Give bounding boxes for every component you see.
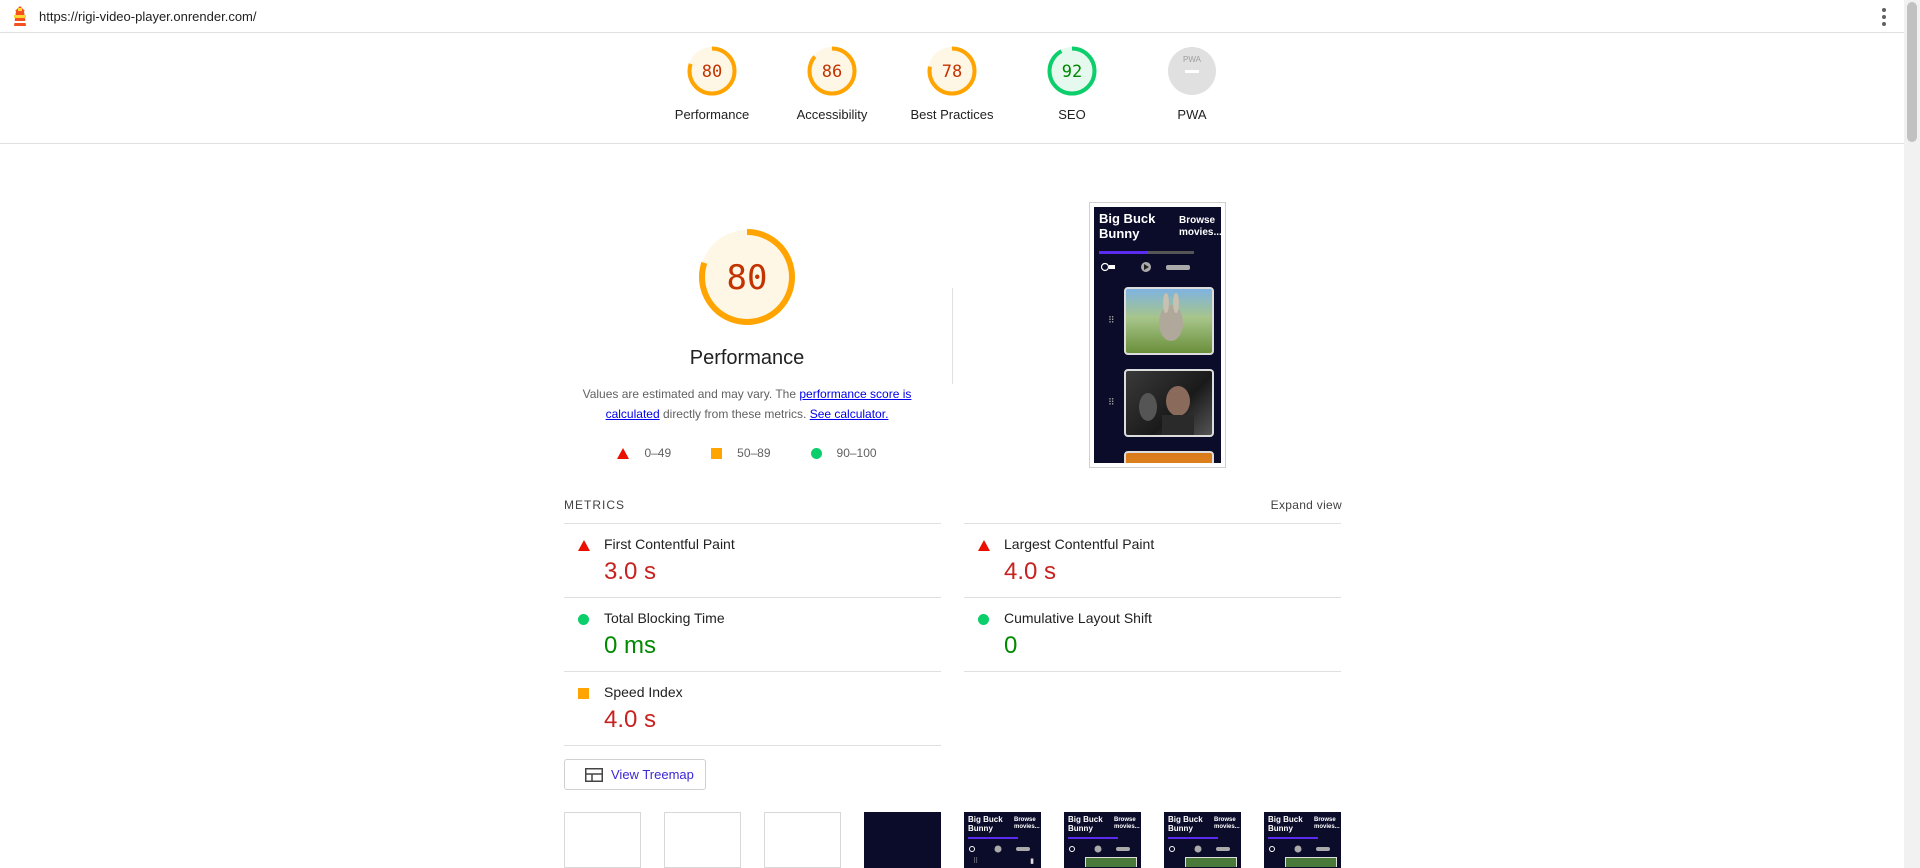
gauge-pwa[interactable]: PWA PWA	[1132, 45, 1252, 122]
metric-speed-index: Speed Index 4.0 s	[564, 671, 941, 745]
video-thumbnail	[1124, 369, 1214, 437]
fail-triangle-icon	[578, 540, 590, 551]
score-summary: 80 Performance 86 Accessibility 78 Best …	[0, 33, 1904, 144]
pass-circle-icon	[810, 447, 822, 459]
screenshot-browse: Browse movies...	[1179, 215, 1221, 238]
metric-tbt: Total Blocking Time 0 ms	[564, 597, 941, 671]
gauge-label: Performance	[674, 107, 750, 122]
svg-text:92: 92	[1062, 62, 1082, 82]
pass-circle-icon	[978, 614, 989, 625]
scrollbar[interactable]	[1904, 0, 1920, 868]
gauge-ring: 78	[927, 46, 977, 96]
svg-text:80: 80	[727, 258, 768, 298]
pass-circle-icon	[578, 614, 589, 625]
average-square-icon	[578, 688, 589, 699]
performance-description: Values are estimated and may vary. The p…	[582, 387, 912, 421]
score-legend: 0–49 50–89 90–100	[570, 446, 924, 460]
fail-triangle-icon	[978, 540, 990, 551]
metric-name: Cumulative Layout Shift	[1004, 610, 1152, 626]
filmstrip-frame: Big Buck Bunny Browse movies...	[1064, 812, 1141, 868]
pwa-badge-icon: PWA	[1168, 47, 1216, 95]
metrics-heading: METRICS	[564, 498, 625, 512]
top-bar: https://rigi-video-player.onrender.com/	[0, 0, 1904, 33]
svg-text:86: 86	[822, 62, 842, 82]
video-thumbnail	[1124, 287, 1214, 355]
filmstrip-frame: Big Buck Bunny Browse movies...	[1264, 812, 1341, 868]
svg-text:78: 78	[942, 62, 962, 82]
gauge-ring: 86	[807, 46, 857, 96]
expand-view-toggle[interactable]: Expand view	[1271, 498, 1342, 512]
screenshot-title: Big Buck Bunny	[1099, 211, 1156, 241]
gauge-best-practices[interactable]: 78 Best Practices	[892, 45, 1012, 122]
metric-lcp: Largest Contentful Paint 4.0 s	[964, 523, 1341, 597]
view-treemap-button[interactable]: View Treemap	[564, 759, 706, 790]
lighthouse-icon	[14, 6, 26, 26]
filmstrip-frame	[664, 812, 741, 868]
gauge-ring: 80	[687, 46, 737, 96]
more-menu-icon[interactable]	[1882, 8, 1886, 26]
metric-fcp: First Contentful Paint 3.0 s	[564, 523, 941, 597]
filmstrip-frame	[764, 812, 841, 868]
divider	[564, 745, 941, 746]
average-square-icon	[711, 447, 723, 459]
metric-name: Largest Contentful Paint	[1004, 536, 1155, 552]
metric-value: 0	[1004, 632, 1018, 659]
metric-value: 4.0 s	[1004, 558, 1057, 585]
svg-text:PWA: PWA	[1183, 55, 1202, 64]
gauge-accessibility[interactable]: 86 Accessibility	[772, 45, 892, 122]
filmstrip-frame	[564, 812, 641, 868]
performance-gauge: 80	[699, 229, 795, 325]
view-treemap-label: View Treemap	[611, 767, 694, 782]
metric-name: First Contentful Paint	[604, 536, 735, 552]
filmstrip-frame: Big Buck Bunny Browse movies... ⠿ ▮	[964, 812, 1041, 868]
metric-value: 3.0 s	[604, 558, 657, 585]
metric-cls: Cumulative Layout Shift 0	[964, 597, 1341, 671]
performance-title: Performance	[689, 347, 805, 369]
video-thumbnail	[1124, 451, 1214, 463]
filmstrip-frame: Big Buck Bunny Browse movies...	[1164, 812, 1241, 868]
gauge-label: PWA	[1177, 107, 1207, 122]
scrollbar-thumb[interactable]	[1907, 2, 1917, 142]
performance-section: 80 Performance Values are estimated and …	[570, 225, 924, 460]
drag-handle-icon: ⠿	[1108, 397, 1115, 407]
fail-triangle-icon	[617, 447, 630, 459]
gauge-label: Best Practices	[910, 107, 994, 122]
metrics-header: METRICS Expand view	[564, 498, 1342, 512]
gauge-performance[interactable]: 80 Performance	[652, 45, 772, 122]
gauge-ring: 92	[1047, 46, 1097, 96]
metric-name: Speed Index	[604, 684, 683, 700]
treemap-icon	[585, 767, 603, 782]
metric-value: 4.0 s	[604, 706, 657, 733]
gauge-label: SEO	[1058, 107, 1086, 122]
final-screenshot[interactable]: Big Buck Bunny Browse movies... ⠿ ⠿	[1089, 202, 1226, 468]
svg-text:80: 80	[702, 62, 722, 82]
filmstrip-frame	[864, 812, 941, 868]
report-url[interactable]: https://rigi-video-player.onrender.com/	[39, 9, 257, 24]
gauge-seo[interactable]: 92 SEO	[1012, 45, 1132, 122]
drag-handle-icon: ⠿	[1108, 315, 1115, 325]
metric-value: 0 ms	[604, 632, 657, 659]
gauge-label: Accessibility	[796, 107, 868, 122]
player-controls-icon	[1100, 262, 1190, 272]
see-calculator-link[interactable]: See calculator.	[810, 407, 889, 421]
divider	[952, 288, 953, 384]
metric-name: Total Blocking Time	[604, 610, 725, 626]
divider	[964, 671, 1341, 672]
